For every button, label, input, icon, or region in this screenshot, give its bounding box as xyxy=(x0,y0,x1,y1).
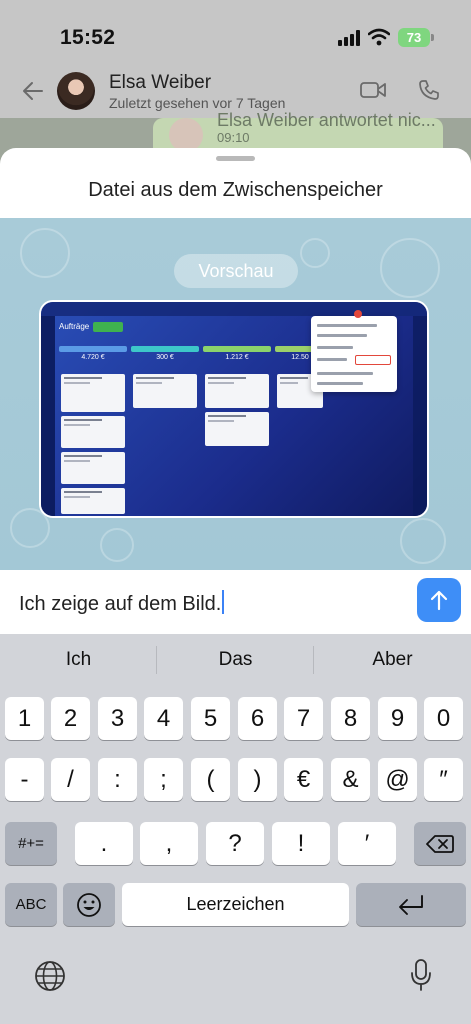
preview-area: Vorschau Aufträge 4.720 € 300 € 1.212 € … xyxy=(0,218,471,570)
symbols-toggle-key[interactable]: #+= xyxy=(5,822,57,865)
back-arrow-icon[interactable] xyxy=(22,80,44,102)
screenshot-column-head xyxy=(203,346,271,352)
screenshot-topbar xyxy=(41,302,427,316)
doodle xyxy=(300,238,330,268)
battery-level: 73 xyxy=(406,30,422,45)
preview-image[interactable]: Aufträge 4.720 € 300 € 1.212 € 12.50 xyxy=(39,300,429,518)
key[interactable]: 4 xyxy=(144,697,183,740)
screenshot-badge xyxy=(354,310,362,318)
screenshot-card xyxy=(205,412,269,446)
screenshot-popup-menu xyxy=(311,316,397,392)
battery-tip xyxy=(431,34,434,41)
key[interactable]: 6 xyxy=(238,697,277,740)
key[interactable]: 1 xyxy=(5,697,44,740)
key[interactable]: 7 xyxy=(284,697,323,740)
send-button[interactable] xyxy=(417,578,461,622)
signal-icon xyxy=(338,30,362,46)
key[interactable]: ( xyxy=(191,758,230,801)
text-caret xyxy=(222,590,225,614)
globe-icon[interactable] xyxy=(34,960,66,992)
key[interactable]: ″ xyxy=(424,758,463,801)
screenshot-column-head xyxy=(131,346,199,352)
doodle xyxy=(20,228,70,278)
key[interactable]: 9 xyxy=(378,697,417,740)
suggestion-item[interactable]: Aber xyxy=(314,649,471,671)
message-text: Elsa Weiber antwortet nic... xyxy=(217,110,436,130)
screenshot-card xyxy=(61,416,125,448)
suggestion-bar: Ich Das Aber xyxy=(0,634,471,684)
emoji-icon xyxy=(77,892,101,917)
keyboard: Ich Das Aber 1 2 3 4 5 6 7 8 9 0 - / : ;… xyxy=(0,634,471,1024)
message-text-value: Ich zeige auf dem Bild. xyxy=(19,593,222,615)
video-call-icon[interactable] xyxy=(360,81,386,99)
preview-label: Vorschau xyxy=(174,254,298,288)
screenshot-card xyxy=(61,488,125,514)
backspace-icon xyxy=(426,834,454,853)
doodle xyxy=(400,518,446,564)
key[interactable]: . xyxy=(75,822,133,865)
key[interactable]: 2 xyxy=(51,697,90,740)
key[interactable]: ; xyxy=(144,758,183,801)
arrow-up-icon xyxy=(430,590,448,611)
key[interactable]: : xyxy=(98,758,137,801)
phone-icon[interactable] xyxy=(418,79,440,101)
abc-key[interactable]: ABC xyxy=(5,883,57,926)
screenshot-card xyxy=(61,374,125,412)
microphone-icon[interactable] xyxy=(410,958,432,992)
key[interactable]: - xyxy=(5,758,44,801)
message-time: 09:10 xyxy=(217,130,250,145)
screenshot-column-sum: 300 € xyxy=(156,354,174,361)
screenshot-card xyxy=(61,452,125,484)
screenshot-right-bar xyxy=(413,316,427,516)
contact-name[interactable]: Elsa Weiber xyxy=(109,72,211,94)
key[interactable]: , xyxy=(140,822,198,865)
screenshot-column-head xyxy=(59,346,127,352)
screenshot-card xyxy=(133,374,197,408)
doodle xyxy=(100,528,134,562)
key[interactable]: / xyxy=(51,758,90,801)
emoji-key[interactable] xyxy=(63,883,115,926)
suggestion-item[interactable]: Ich xyxy=(0,649,157,671)
key[interactable]: 3 xyxy=(98,697,137,740)
avatar[interactable] xyxy=(57,72,95,110)
status-time: 15:52 xyxy=(60,26,116,49)
screenshot-column-sum: 1.212 € xyxy=(225,354,249,361)
return-key[interactable] xyxy=(356,883,466,926)
battery-icon: 73 xyxy=(398,28,430,47)
key[interactable]: 0 xyxy=(424,697,463,740)
key[interactable]: 8 xyxy=(331,697,370,740)
composer: Ich zeige auf dem Bild. xyxy=(0,570,471,634)
return-icon xyxy=(399,894,423,915)
screenshot-card xyxy=(205,374,269,408)
message-input[interactable]: Ich zeige auf dem Bild. xyxy=(19,590,225,616)
screenshot-column-sum: 4.720 € xyxy=(81,354,105,361)
key[interactable]: ? xyxy=(206,822,264,865)
screenshot-highlight xyxy=(355,355,391,365)
missed-call-icon xyxy=(169,118,203,152)
sheet-title: Datei aus dem Zwischenspeicher xyxy=(88,179,383,201)
doodle xyxy=(380,238,440,298)
suggestion-item[interactable]: Das xyxy=(157,649,314,671)
wifi-icon xyxy=(368,28,390,46)
screenshot-sidebar xyxy=(41,316,55,516)
backspace-key[interactable] xyxy=(414,822,466,865)
contact-status: Zuletzt gesehen vor 7 Tagen xyxy=(109,95,286,111)
space-key[interactable]: Leerzeichen xyxy=(122,883,349,926)
key[interactable]: ′ xyxy=(338,822,396,865)
clipboard-file-sheet: Datei aus dem Zwischenspeicher Vorschau … xyxy=(0,148,471,634)
sheet-grabber[interactable] xyxy=(216,156,255,161)
screenshot-add-button xyxy=(93,322,123,332)
key[interactable]: ) xyxy=(238,758,277,801)
status-bar: 15:52 73 xyxy=(0,0,471,70)
key[interactable]: @ xyxy=(378,758,417,801)
key[interactable]: 5 xyxy=(191,697,230,740)
screenshot-title: Aufträge xyxy=(59,322,90,331)
key[interactable]: ! xyxy=(272,822,330,865)
key[interactable]: & xyxy=(331,758,370,801)
key[interactable]: € xyxy=(284,758,323,801)
